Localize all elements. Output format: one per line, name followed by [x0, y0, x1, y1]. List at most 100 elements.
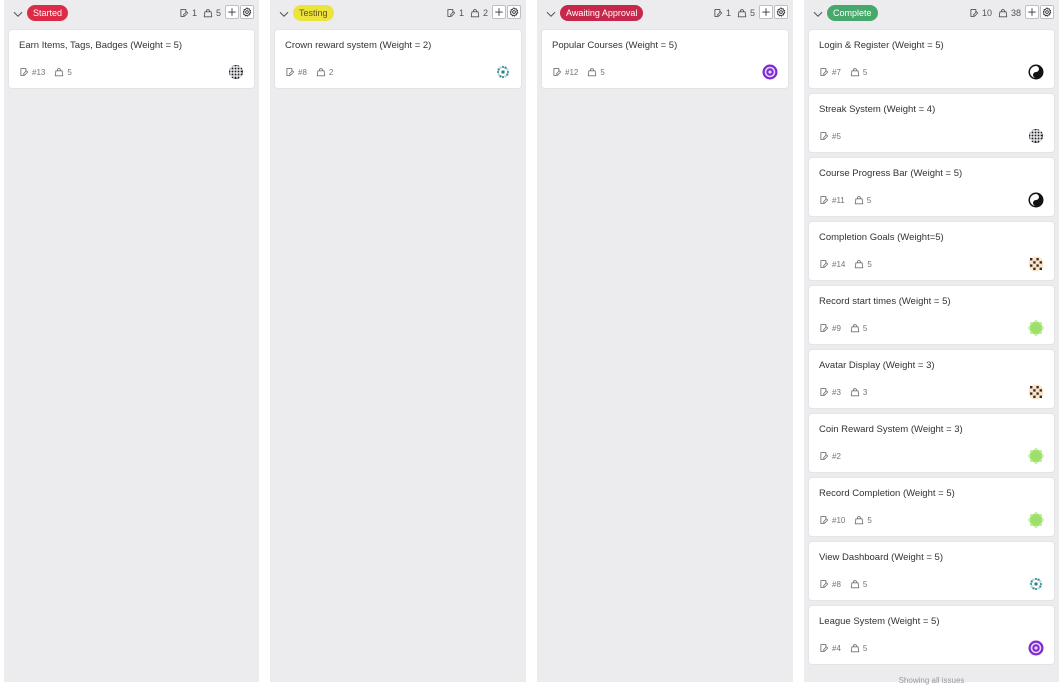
column-header: Awaiting Approval 1 5: [537, 0, 793, 26]
issue-title[interactable]: Record start times (Weight = 5): [819, 296, 951, 307]
issue-id: #9: [832, 323, 841, 333]
assignee-avatar[interactable]: [1028, 64, 1044, 80]
column-header: Testing 1 2: [270, 0, 526, 26]
issues-icon: [552, 67, 562, 77]
assignee-avatar[interactable]: [1028, 640, 1044, 656]
issue-title[interactable]: Popular Courses (Weight = 5): [552, 40, 677, 51]
issues-icon: [819, 323, 829, 333]
assignee-avatar[interactable]: [1028, 576, 1044, 592]
issues-icon: [446, 8, 456, 18]
issue-title[interactable]: Course Progress Bar (Weight = 5): [819, 168, 962, 179]
weight-icon: [854, 515, 864, 525]
weight-icon: [850, 643, 860, 653]
assignee-avatar[interactable]: [1028, 384, 1044, 400]
issue-id: #7: [832, 67, 841, 77]
issues-icon: [713, 8, 723, 18]
issues-icon: [819, 579, 829, 589]
weight-icon: [850, 67, 860, 77]
weight-total: 38: [1010, 8, 1021, 18]
issue-card[interactable]: Earn Items, Tags, Badges (Weight = 5) #13…: [9, 30, 254, 88]
assignee-avatar[interactable]: [228, 64, 244, 80]
column-counts: 10 38: [969, 6, 1021, 20]
issue-card[interactable]: Popular Courses (Weight = 5) #12 5: [542, 30, 788, 88]
issue-card[interactable]: Completion Goals (Weight=5) #14 5: [809, 222, 1054, 280]
issue-meta: #7 5: [819, 67, 867, 77]
issue-meta: #2: [819, 451, 841, 461]
assignee-avatar[interactable]: [1028, 512, 1044, 528]
issue-title[interactable]: Avatar Display (Weight = 3): [819, 360, 935, 371]
issue-title[interactable]: Earn Items, Tags, Badges (Weight = 5): [19, 40, 182, 51]
issue-title[interactable]: Login & Register (Weight = 5): [819, 40, 944, 51]
issue-meta: #12 5: [552, 67, 605, 77]
weight-icon: [737, 8, 747, 18]
assignee-avatar[interactable]: [1028, 128, 1044, 144]
plus-icon: [494, 7, 504, 17]
column-label: Started: [27, 5, 69, 21]
issues-icon: [179, 8, 189, 18]
weight-icon: [203, 8, 213, 18]
issues-icon: [819, 643, 829, 653]
issue-weight: 5: [862, 67, 868, 77]
issue-card[interactable]: Record Completion (Weight = 5) #10 5: [809, 478, 1054, 536]
new-issue-button[interactable]: [225, 5, 239, 19]
assignee-avatar[interactable]: [1028, 192, 1044, 208]
issue-card[interactable]: Avatar Display (Weight = 3) #3 3: [809, 350, 1054, 408]
assignee-avatar[interactable]: [1028, 448, 1044, 464]
issue-card[interactable]: Coin Reward System (Weight = 3) #2: [809, 414, 1054, 472]
chevron-down-icon[interactable]: [12, 7, 24, 19]
issue-card[interactable]: League System (Weight = 5) #4 5: [809, 606, 1054, 664]
showing-all-issues-note: Showing all issues: [898, 676, 965, 685]
issue-title[interactable]: Coin Reward System (Weight = 3): [819, 424, 963, 435]
issue-card[interactable]: Crown reward system (Weight = 2) #8 2: [275, 30, 521, 88]
assignee-avatar[interactable]: [495, 64, 511, 80]
new-issue-button[interactable]: [492, 5, 506, 19]
issue-id: #5: [832, 131, 841, 141]
issue-meta: #13 5: [19, 67, 72, 77]
issue-meta: #5: [819, 131, 841, 141]
issue-meta: #8 2: [285, 67, 333, 77]
issue-title[interactable]: League System (Weight = 5): [819, 616, 940, 627]
issues-icon: [819, 195, 829, 205]
issue-weight: 5: [67, 67, 72, 77]
issue-card[interactable]: Login & Register (Weight = 5) #7 5: [809, 30, 1054, 88]
column-header: Started 1 5: [4, 0, 259, 26]
issues-icon: [969, 8, 979, 18]
new-issue-button[interactable]: [1025, 5, 1039, 19]
list-settings-button[interactable]: [774, 5, 788, 19]
issue-card[interactable]: View Dashboard (Weight = 5) #8 5: [809, 542, 1054, 600]
assignee-avatar[interactable]: [1028, 320, 1044, 336]
weight-icon: [850, 579, 860, 589]
issue-card[interactable]: Course Progress Bar (Weight = 5) #11 5: [809, 158, 1054, 216]
issue-id: #4: [832, 643, 841, 653]
issue-card[interactable]: Record start times (Weight = 5) #9 5: [809, 286, 1054, 344]
issue-count: 1: [458, 8, 464, 18]
issue-title[interactable]: Completion Goals (Weight=5): [819, 232, 944, 243]
issue-count: 1: [725, 8, 731, 18]
list-settings-button[interactable]: [507, 5, 521, 19]
weight-icon: [854, 195, 864, 205]
issue-title[interactable]: Record Completion (Weight = 5): [819, 488, 955, 499]
weight-icon: [316, 67, 326, 77]
issues-icon: [819, 131, 829, 141]
weight-icon: [54, 67, 64, 77]
assignee-avatar[interactable]: [762, 64, 778, 80]
chevron-down-icon[interactable]: [278, 7, 290, 19]
issue-id: #14: [832, 259, 846, 269]
chevron-down-icon[interactable]: [812, 7, 824, 19]
issue-id: #3: [832, 387, 841, 397]
issues-icon: [819, 451, 829, 461]
assignee-avatar[interactable]: [1028, 256, 1044, 272]
column-label: Testing: [293, 5, 334, 21]
list-settings-button[interactable]: [1040, 5, 1054, 19]
issue-id: #2: [832, 451, 841, 461]
chevron-down-icon[interactable]: [545, 7, 557, 19]
new-issue-button[interactable]: [759, 5, 773, 19]
list-settings-button[interactable]: [240, 5, 254, 19]
issue-title[interactable]: View Dashboard (Weight = 5): [819, 552, 943, 563]
gear-icon: [776, 7, 786, 17]
issue-title[interactable]: Streak System (Weight = 4): [819, 104, 935, 115]
issue-title[interactable]: Crown reward system (Weight = 2): [285, 40, 431, 51]
plus-icon: [227, 7, 237, 17]
issue-card[interactable]: Streak System (Weight = 4) #5: [809, 94, 1054, 152]
issue-count: 1: [191, 8, 197, 18]
